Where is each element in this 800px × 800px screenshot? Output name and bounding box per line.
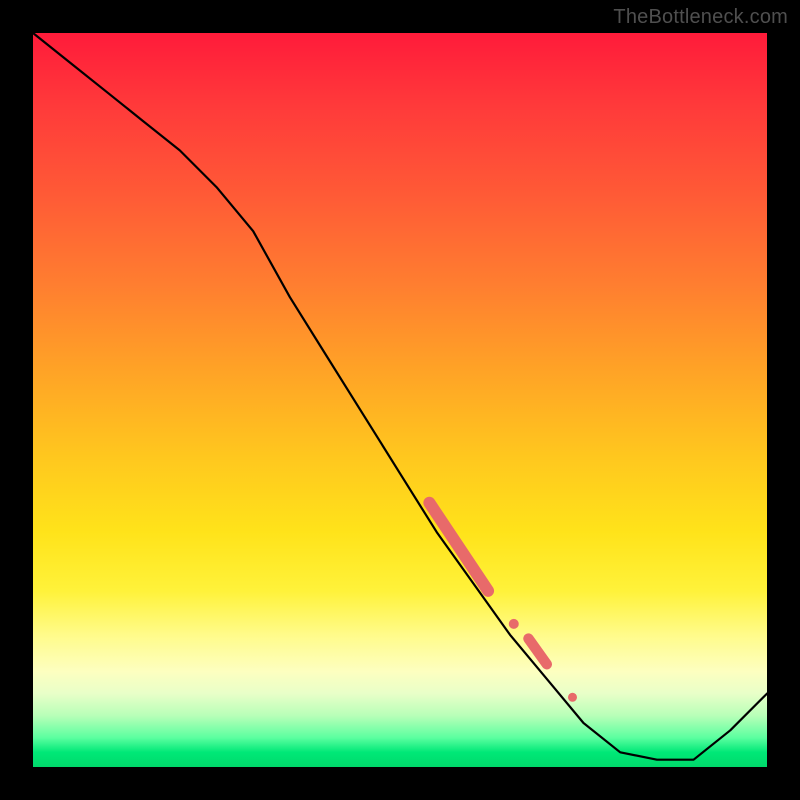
marker-layer [429,503,577,702]
marker-capsule [429,503,488,591]
chart-stage: TheBottleneck.com [0,0,800,800]
chart-overlay [33,33,767,767]
watermark-text: TheBottleneck.com [613,6,788,29]
marker-dot [509,619,519,629]
marker-dot [568,693,577,702]
curve-line [33,33,767,760]
plot-area [33,33,767,767]
